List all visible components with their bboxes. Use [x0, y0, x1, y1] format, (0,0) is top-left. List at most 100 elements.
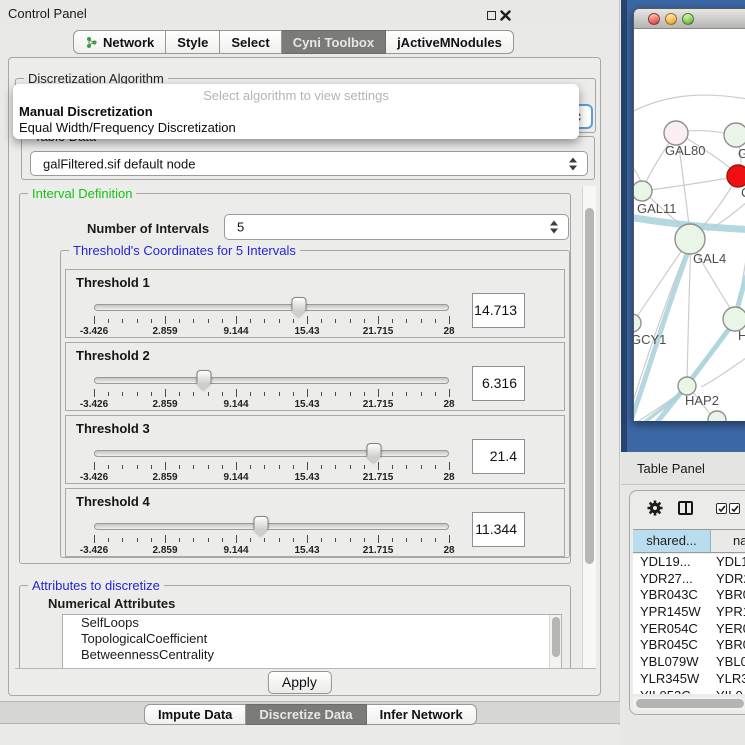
- table-row[interactable]: YIL052CYIL0: [633, 688, 745, 695]
- network-node-ga[interactable]: [724, 123, 745, 147]
- threshold-3-slider[interactable]: -3.4262.8599.14415.4321.71528: [94, 442, 449, 484]
- table-row[interactable]: YER054CYER0: [633, 621, 745, 638]
- list-item[interactable]: BetweennessCentrality: [63, 647, 561, 663]
- tab-cyni-toolbox[interactable]: Cyni Toolbox: [282, 30, 386, 54]
- network-node-label: GAL11: [637, 201, 677, 216]
- table-row[interactable]: YBR043CYBR0: [633, 587, 745, 604]
- cell: YDL19...: [633, 554, 711, 571]
- cyni-toolbox-content: Discretization Algorithm Select algorith…: [8, 57, 601, 696]
- network-node-gal11[interactable]: [634, 181, 652, 201]
- table-data-combobox[interactable]: galFiltered.sif default node: [30, 151, 588, 176]
- num-intervals-combobox[interactable]: 5: [224, 214, 569, 240]
- slider-track[interactable]: [94, 304, 449, 311]
- cell: YDR27...: [633, 571, 711, 588]
- slider-track[interactable]: [94, 523, 449, 530]
- float-window-icon[interactable]: [487, 11, 496, 20]
- column-header-name[interactable]: na: [711, 530, 745, 552]
- split-panel-icon[interactable]: [678, 501, 693, 515]
- cell: YER054C: [633, 621, 711, 638]
- checkbox-icon[interactable]: [716, 503, 727, 514]
- tab-label: Network: [103, 35, 154, 50]
- network-node-label: HAP2: [685, 393, 719, 408]
- tab-label: Impute Data: [158, 707, 232, 722]
- cell: YLR3: [711, 671, 745, 688]
- cell: YBR045C: [633, 637, 711, 654]
- zoom-traffic-light-icon[interactable]: [682, 13, 694, 25]
- close-traffic-light-icon[interactable]: [648, 13, 660, 25]
- network-node-bottom[interactable]: [708, 411, 726, 421]
- threshold-1-value-field[interactable]: 14.713: [472, 293, 525, 328]
- scrollbar-thumb[interactable]: [552, 617, 560, 657]
- scrollbar-thumb[interactable]: [636, 699, 744, 708]
- network-node-gcy1[interactable]: [634, 314, 641, 332]
- slider-ticks: [94, 462, 449, 471]
- tab-infer-network[interactable]: Infer Network: [367, 704, 477, 725]
- list-item[interactable]: TopologicalCoefficient: [63, 631, 561, 647]
- threshold-2-value-field[interactable]: 6.316: [472, 366, 525, 401]
- cell: YBR043C: [633, 587, 711, 604]
- apply-button[interactable]: Apply: [267, 671, 331, 694]
- network-node-label: GCY1: [634, 332, 666, 347]
- threshold-2-panel: Threshold 2 -3.4262.8599.14415.4321.7152…: [65, 342, 565, 411]
- network-graph: GAL80 GA C GAL11 GAL4 GCY1 H HAP2: [634, 29, 745, 421]
- slider-track[interactable]: [94, 377, 449, 384]
- threshold-2-slider[interactable]: -3.4262.8599.14415.4321.71528: [94, 369, 449, 411]
- table-row[interactable]: YDR27...YDR2: [633, 571, 745, 588]
- close-icon[interactable]: [500, 10, 511, 21]
- dropdown-option-equal-width-frequency[interactable]: Equal Width/Frequency Discretization: [19, 120, 236, 135]
- slider-track[interactable]: [94, 450, 449, 457]
- minimize-traffic-light-icon[interactable]: [665, 13, 677, 25]
- slider-thumb[interactable]: [367, 443, 382, 456]
- dropdown-hint: Select algorithm to view settings: [13, 88, 579, 103]
- threshold-3-panel: Threshold 3 -3.4262.8599.14415.4321.7152…: [65, 415, 565, 484]
- table-row[interactable]: YPR145WYPR1: [633, 604, 745, 621]
- cell: YIL052C: [633, 688, 711, 695]
- tab-network[interactable]: Network: [73, 30, 166, 54]
- list-scrollbar[interactable]: [549, 615, 561, 669]
- checkbox-icon[interactable]: [729, 503, 740, 514]
- threshold-3-value-field[interactable]: 21.4: [472, 439, 525, 474]
- network-node-label: GAL4: [693, 251, 726, 266]
- tab-jactivemnodules[interactable]: jActiveMNodules: [386, 30, 514, 54]
- settings-scroll-area: Interval Definition Number of Intervals …: [15, 186, 596, 669]
- network-window-titlebar[interactable]: [634, 9, 745, 29]
- table-row[interactable]: YLR345WYLR3: [633, 671, 745, 688]
- column-header-shared-name[interactable]: shared...: [633, 530, 711, 552]
- numerical-attributes-list[interactable]: SelfLoops TopologicalCoefficient Between…: [62, 614, 562, 669]
- table-row[interactable]: YBL079WYBL0: [633, 654, 745, 671]
- network-canvas[interactable]: GAL80 GA C GAL11 GAL4 GCY1 H HAP2: [634, 29, 745, 421]
- gear-icon[interactable]: [646, 499, 664, 517]
- network-node-gal80[interactable]: [664, 121, 688, 145]
- slider-thumb[interactable]: [197, 370, 212, 383]
- tab-style[interactable]: Style: [166, 30, 220, 54]
- network-node-selected-red[interactable]: [727, 165, 745, 187]
- table-data-group: Table Data galFiltered.sif default node: [21, 136, 595, 180]
- cell: YBL0: [711, 654, 745, 671]
- tab-label: Cyni Toolbox: [293, 35, 374, 50]
- table-rows: YDL19...YDL1 YDR27...YDR2 YBR043CYBR0 YP…: [633, 554, 745, 694]
- table-row[interactable]: YBR045CYBR0: [633, 637, 745, 654]
- network-node-gal4[interactable]: [675, 224, 705, 254]
- tab-impute-data[interactable]: Impute Data: [144, 704, 246, 725]
- slider-ticks: [94, 389, 449, 398]
- threshold-4-slider[interactable]: -3.4262.8599.14415.4321.71528: [94, 515, 449, 557]
- table-row[interactable]: YDL19...YDL1: [633, 554, 745, 571]
- table-panel-titlebar: Table Panel: [621, 452, 745, 485]
- slider-tick-labels: -3.4262.8599.14415.4321.71528: [94, 326, 449, 338]
- scrollbar-thumb[interactable]: [585, 208, 594, 564]
- tab-discretize-data[interactable]: Discretize Data: [246, 704, 366, 725]
- table-horizontal-scrollbar[interactable]: [633, 697, 745, 710]
- settings-scrollbar[interactable]: [582, 186, 596, 668]
- slider-thumb[interactable]: [291, 297, 306, 310]
- threshold-1-slider[interactable]: -3.4262.8599.14415.4321.71528: [94, 296, 449, 338]
- threshold-4-value-field[interactable]: 11.344: [472, 512, 525, 547]
- slider-thumb[interactable]: [253, 516, 268, 529]
- tab-label: Infer Network: [380, 707, 463, 722]
- num-intervals-value: 5: [237, 220, 244, 235]
- network-view-window: GAL80 GA C GAL11 GAL4 GCY1 H HAP2: [633, 8, 745, 421]
- dropdown-option-manual-discretization[interactable]: Manual Discretization: [19, 104, 153, 119]
- tab-select[interactable]: Select: [220, 30, 281, 54]
- cell: YPR145W: [633, 604, 711, 621]
- tab-label: Style: [177, 35, 208, 50]
- list-item[interactable]: SelfLoops: [63, 615, 561, 631]
